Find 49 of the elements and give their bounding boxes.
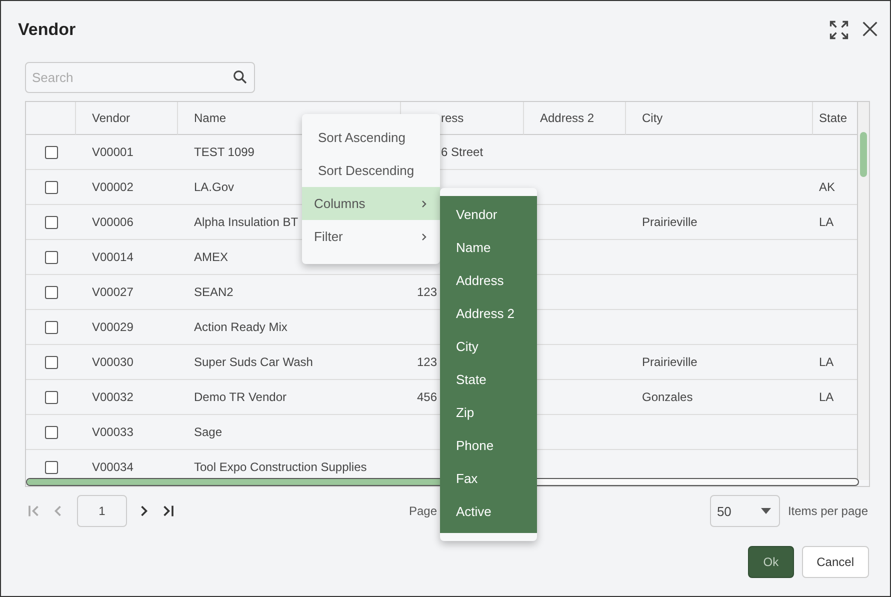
search-icon[interactable] xyxy=(232,69,248,85)
table-cell: Action Ready Mix xyxy=(178,310,401,345)
row-checkbox[interactable] xyxy=(44,216,58,228)
table-cell: Prairieville xyxy=(626,205,813,240)
table-cell: Gonzales xyxy=(626,380,813,415)
table-cell: V00006 xyxy=(76,205,178,240)
menu-item[interactable]: Active xyxy=(440,495,537,528)
table-cell: Sage xyxy=(178,415,401,450)
table-cell: V00027 xyxy=(76,275,178,310)
table-cell: V00030 xyxy=(76,345,178,380)
table-cell: V00032 xyxy=(76,380,178,415)
row-checkbox[interactable] xyxy=(44,426,58,438)
caret-icon xyxy=(760,508,771,514)
table-cell: V00029 xyxy=(76,310,178,345)
dialog-title: Vendor xyxy=(18,20,76,40)
table-cell: V00014 xyxy=(76,240,178,275)
ok-button[interactable]: Ok xyxy=(748,546,794,578)
expand-icon[interactable] xyxy=(828,19,850,41)
row-checkbox[interactable] xyxy=(44,180,58,194)
table-cell: SEAN2 xyxy=(178,275,401,310)
page-label: Page xyxy=(409,504,438,518)
items-per-page-label: Items per page xyxy=(788,504,868,518)
vertical-scrollbar[interactable] xyxy=(857,102,869,480)
cancel-button[interactable]: Cancel xyxy=(802,546,869,578)
row-checkbox[interactable] xyxy=(44,356,58,368)
search-field[interactable]: Search xyxy=(25,62,255,93)
page-size-select[interactable]: 50 xyxy=(710,495,780,527)
row-checkbox[interactable] xyxy=(44,250,58,264)
table-cell: Super Suds Car Wash xyxy=(178,345,401,380)
checkbox-column-header xyxy=(26,102,76,135)
column-header[interactable]: Address 2 xyxy=(524,102,626,135)
menu-item[interactable]: Vendor xyxy=(440,198,537,231)
table-cell: V00033 xyxy=(76,415,178,450)
row-checkbox[interactable] xyxy=(44,460,58,474)
row-checkbox[interactable] xyxy=(44,320,58,334)
table-cell: Demo TR Vendor xyxy=(178,380,401,415)
column-header[interactable]: Vendor xyxy=(76,102,178,135)
menu-item[interactable]: Phone xyxy=(440,429,537,462)
row-checkbox[interactable] xyxy=(44,146,58,158)
table-cell: V00001 xyxy=(76,135,178,170)
table-cell: Prairieville xyxy=(626,345,813,380)
column-header[interactable]: City xyxy=(626,102,813,135)
table-cell: V00002 xyxy=(76,170,178,205)
row-checkbox[interactable] xyxy=(44,286,58,298)
page-input[interactable]: 1 xyxy=(77,495,127,527)
menu-item[interactable]: Fax xyxy=(440,462,537,495)
menu-item[interactable]: Columns xyxy=(302,187,440,220)
menu-item[interactable]: Name xyxy=(440,231,537,264)
row-checkbox[interactable] xyxy=(44,390,58,404)
